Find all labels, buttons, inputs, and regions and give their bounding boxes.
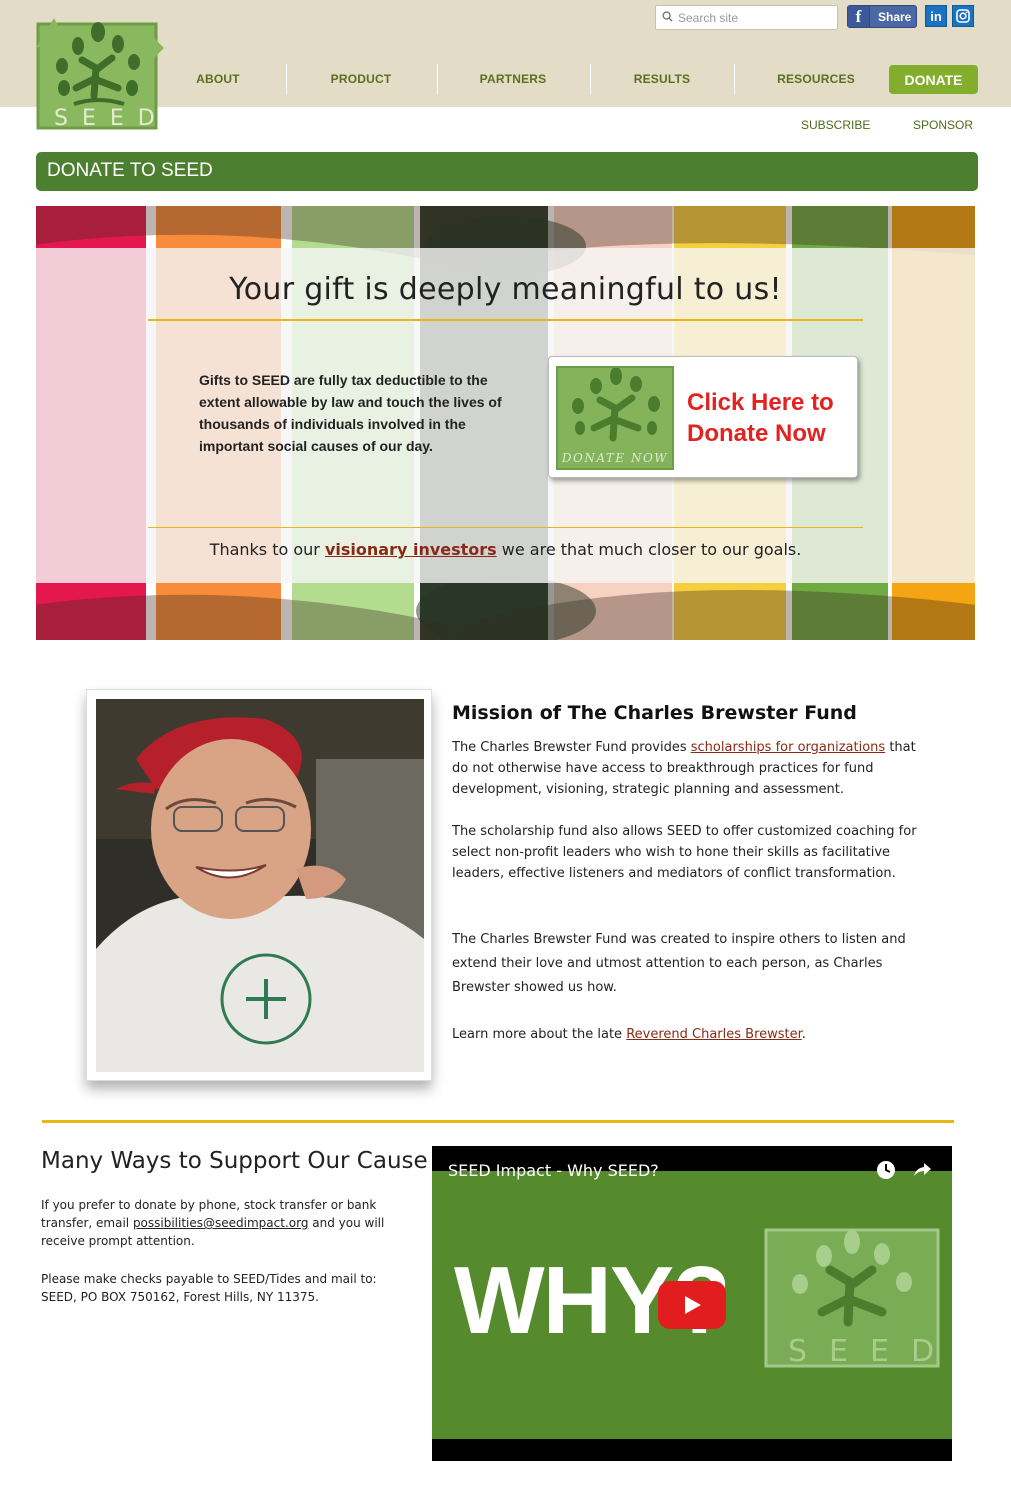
nav-product[interactable]: PRODUCT [310, 64, 412, 94]
email-link[interactable]: possibilities@seedimpact.org [133, 1216, 309, 1230]
nav-divider [590, 64, 591, 94]
logo-text: SEED [54, 106, 169, 131]
support-p2-line-1: Please make checks payable to SEED/Tides… [41, 1272, 377, 1286]
nav-about[interactable]: ABOUT [170, 64, 266, 94]
nav-donate-button[interactable]: DONATE [889, 65, 978, 94]
share-label: Share [878, 9, 912, 24]
nav-resources[interactable]: RESOURCES [760, 64, 872, 94]
nav-partners[interactable]: PARTNERS [462, 64, 564, 94]
subnav-sponsor[interactable]: SPONSOR [913, 118, 973, 132]
donate-hero: Your gift is deeply meaningful to us! Gi… [36, 206, 975, 640]
facebook-share-button[interactable]: f Share [847, 5, 917, 28]
thanks-before: Thanks to our [209, 540, 325, 559]
donate-now-logo: DONATE NOW [556, 366, 674, 470]
mission-paragraph-4: Learn more about the late Reverend Charl… [452, 1024, 922, 1045]
charles-brewster-photo-frame [86, 689, 432, 1081]
mission-paragraph-2: The scholarship fund also allows SEED to… [452, 824, 917, 881]
mission-p4-after: . [801, 1027, 806, 1042]
linkedin-icon[interactable]: in [925, 5, 947, 27]
support-paragraph-1: If you prefer to donate by phone, stock … [41, 1196, 411, 1250]
watch-later-icon[interactable] [876, 1160, 896, 1180]
section-divider [42, 1120, 954, 1123]
reverend-charles-brewster-link[interactable]: Reverend Charles Brewster [626, 1027, 802, 1042]
search-placeholder: Search site [678, 11, 739, 25]
subnav-subscribe[interactable]: SUBSCRIBE [801, 118, 870, 132]
donate-now-cta: Click Here to Donate Now [687, 387, 857, 449]
thanks-after: we are that much closer to our goals. [496, 540, 802, 559]
mission-p1-before: The Charles Brewster Fund provides [452, 740, 691, 755]
play-icon [685, 1296, 701, 1314]
linkedin-label: in [930, 8, 942, 24]
donate-now-badge: DONATE NOW [561, 451, 669, 465]
hero-heading: Your gift is deeply meaningful to us! [229, 272, 782, 307]
mission-p4-before: Learn more about the late [452, 1027, 627, 1042]
video-logo-text: SEED [788, 1334, 952, 1369]
nav-results[interactable]: RESULTS [612, 64, 712, 94]
support-paragraph-2: Please make checks payable to SEED/Tides… [41, 1270, 411, 1306]
nav-divider [734, 64, 735, 94]
nav-divider [286, 64, 287, 94]
play-button[interactable] [658, 1281, 726, 1329]
cta-line-1: Click Here to [687, 389, 834, 416]
share-icon[interactable] [912, 1160, 932, 1180]
support-title: Many Ways to Support Our Cause [41, 1148, 428, 1174]
thin-yellow-divider [148, 527, 863, 528]
mission-title: Mission of The Charles Brewster Fund [452, 702, 857, 724]
scholarships-link[interactable]: scholarships for organizations [691, 740, 885, 755]
search-input[interactable]: Search site [655, 5, 838, 30]
mission-paragraph-1: The Charles Brewster Fund provides schol… [452, 737, 922, 800]
instagram-icon[interactable] [952, 5, 974, 27]
cta-line-2: Donate Now [687, 420, 826, 447]
support-p2-line-2: SEED, PO BOX 750162, Forest Hills, NY 11… [41, 1290, 319, 1304]
video-player[interactable]: SEED Impact - Why SEED? WHY? SEED [432, 1146, 952, 1461]
page-title: DONATE TO SEED [36, 152, 978, 191]
facebook-icon: f [848, 6, 870, 27]
visionary-investors-link[interactable]: visionary investors [325, 540, 497, 559]
seed-logo[interactable]: SEED [34, 18, 166, 131]
search-icon [662, 11, 673, 22]
yellow-divider [148, 319, 863, 321]
gifts-text: Gifts to SEED are fully tax deductible t… [199, 372, 502, 454]
mission-paragraph-3: The Charles Brewster Fund was created to… [452, 932, 906, 995]
charles-brewster-photo [96, 699, 424, 1072]
donate-now-button[interactable]: DONATE NOW Click Here to Donate Now [548, 356, 858, 478]
video-title[interactable]: SEED Impact - Why SEED? [448, 1161, 659, 1180]
thanks-text: Thanks to our visionary investors we are… [36, 540, 975, 559]
nav-divider [437, 64, 438, 94]
